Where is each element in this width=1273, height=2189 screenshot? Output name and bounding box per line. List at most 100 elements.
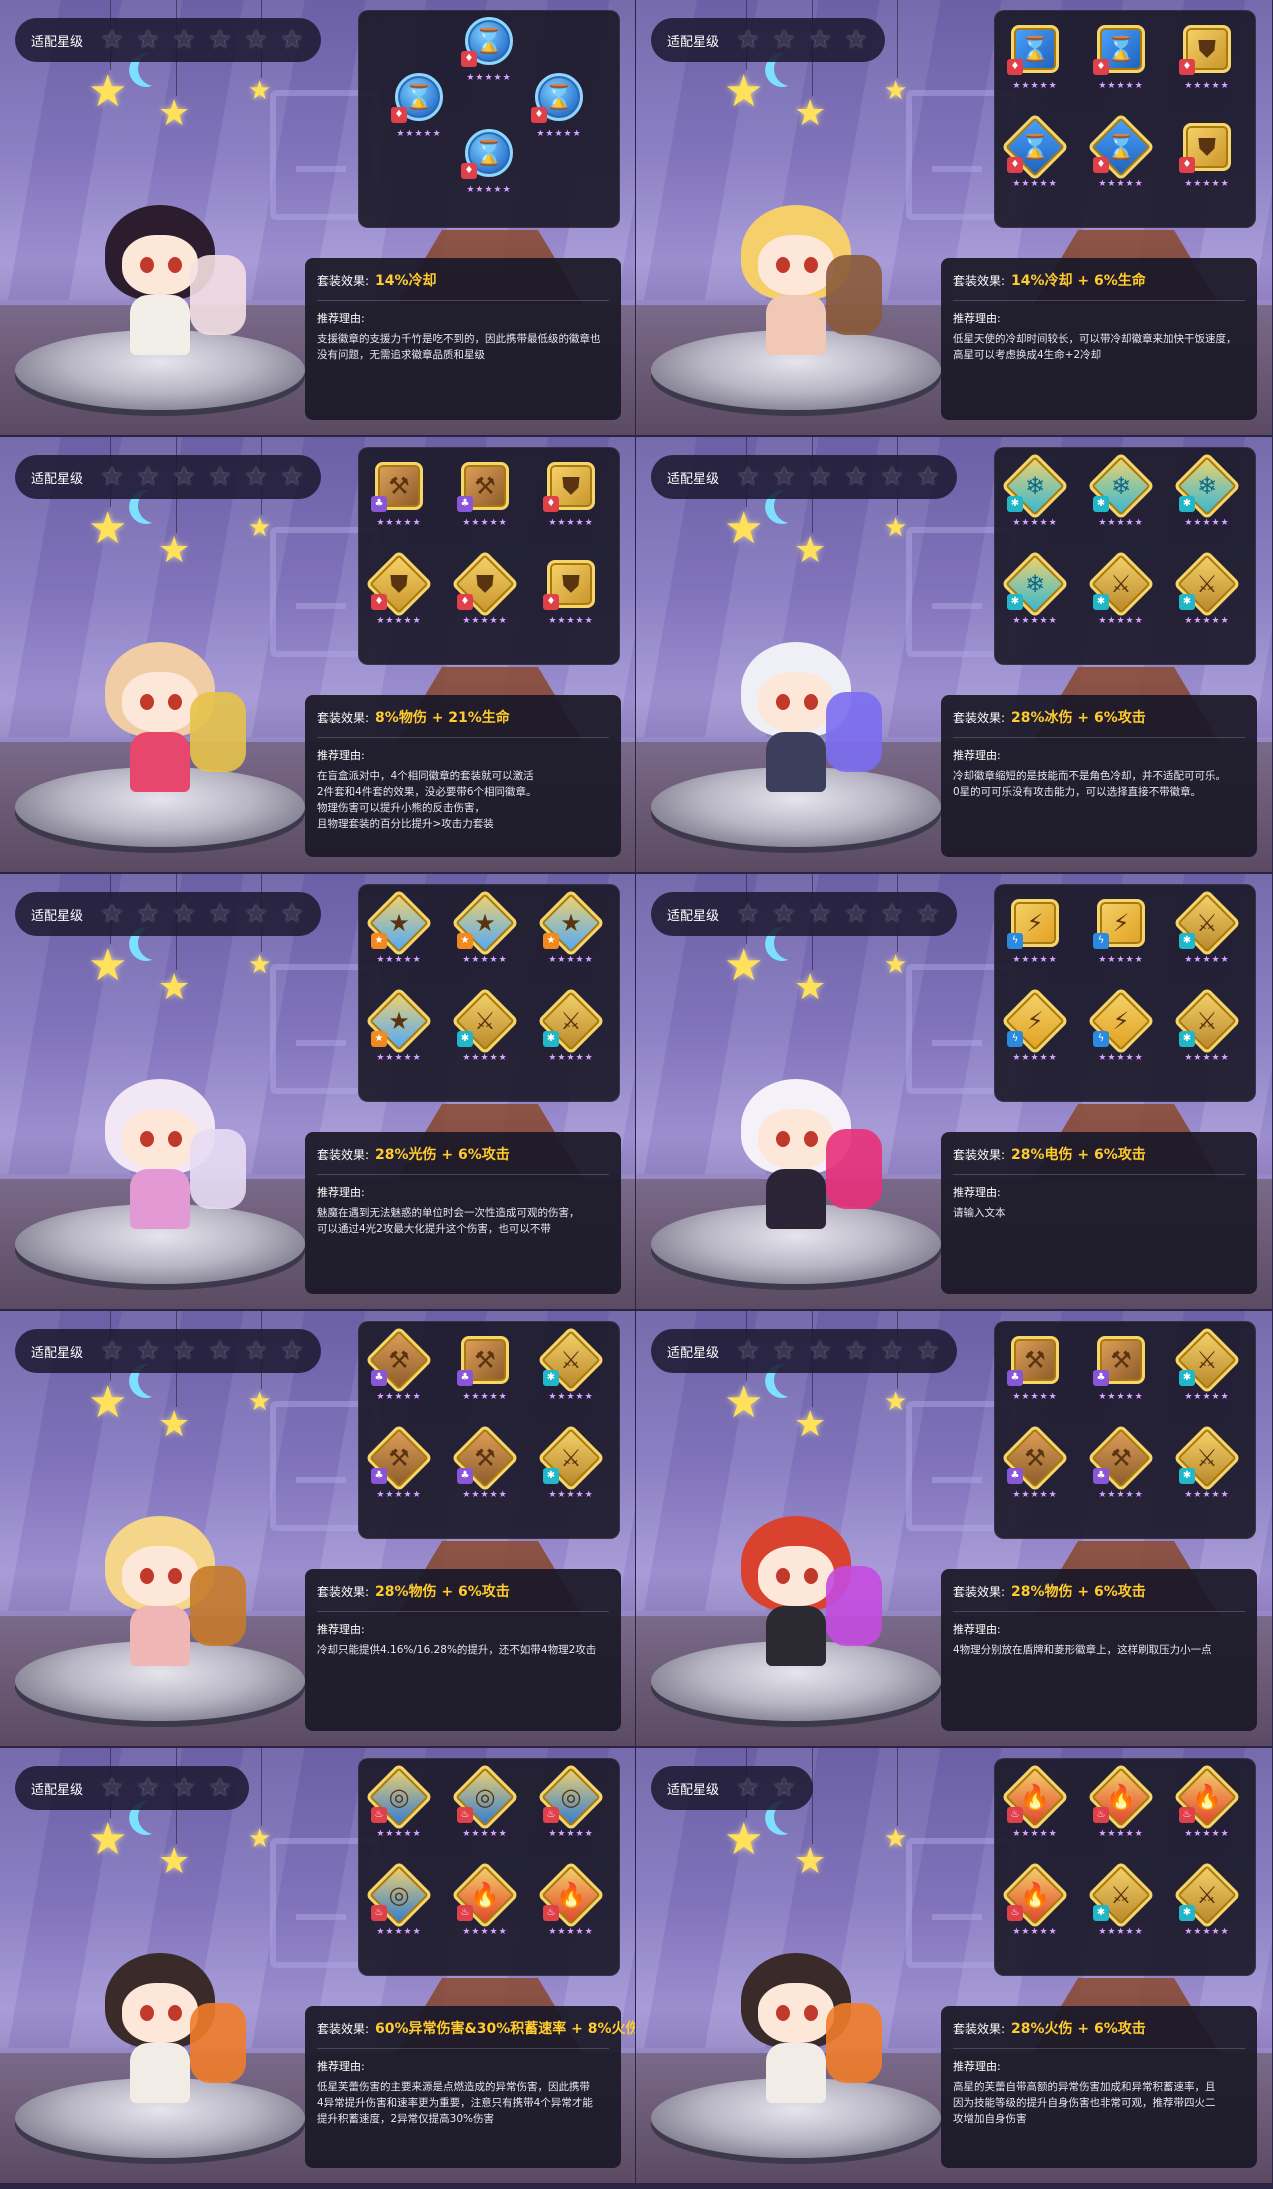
star-rating-label: 适配星级 [667, 1782, 720, 1798]
set-effect-value: 28%物伤 + 6%攻击 [375, 1584, 510, 1600]
badge-slot[interactable]: ◎ ♨ ★★★★★ [365, 1861, 433, 1945]
character-prop [826, 692, 882, 772]
character-face [758, 1983, 834, 2043]
badge-element-tag-icon: ✱ [457, 1031, 473, 1047]
badge-slot[interactable]: ⚒ ♣ ★★★★★ [451, 1424, 519, 1508]
badge-slot[interactable]: ❄ ✱ ★★★★★ [1173, 452, 1241, 536]
badge-slot[interactable]: ⌛ ♦ ★★★★★ [1001, 113, 1069, 197]
badge-slot[interactable]: ⚔ ✱ ★★★★★ [1173, 1424, 1241, 1508]
character-eye [804, 1131, 818, 1147]
badge-star-row: ★★★★★ [1184, 1392, 1230, 1402]
badge-slot[interactable]: ⚡ ϟ ★★★★★ [1001, 987, 1069, 1071]
badge-slot[interactable]: ⚔ ✱ ★★★★★ [451, 987, 519, 1071]
badge-star-row: ★★★★★ [548, 955, 594, 965]
badge-slot[interactable]: ⚔ ✱ ★★★★★ [1173, 550, 1241, 634]
badge-slot[interactable]: ⚔ ✱ ★★★★★ [1173, 987, 1241, 1071]
badge-slot[interactable]: ⚒ ♣ ★★★★★ [455, 462, 515, 536]
badge-slot[interactable]: ⚒ ♣ ★★★★★ [455, 1336, 515, 1410]
set-effect-value: 28%冰伤 + 6%攻击 [1011, 710, 1146, 726]
badge-slot[interactable]: ⚡ ϟ ★★★★★ [1087, 987, 1155, 1071]
badge-slot[interactable]: ★ ★ ★★★★★ [365, 987, 433, 1071]
info-panel: 套装效果: 28%光伤 + 6%攻击 推荐理由: 魅魔在遇到无法魅惑的单位时会一次性造… [305, 1132, 621, 1294]
badge-slot[interactable]: ⚒ ♣ ★★★★★ [1005, 1336, 1065, 1410]
badge-slot[interactable]: ⚒ ♣ ★★★★★ [1091, 1336, 1151, 1410]
badge-slot[interactable]: ⚒ ♣ ★★★★★ [1001, 1424, 1069, 1508]
badge-slot[interactable]: ⚔ ✱ ★★★★★ [537, 987, 605, 1071]
badge-element-tag-icon: ♦ [543, 594, 559, 610]
star-empty-icon: ★ [808, 462, 832, 492]
badge-element-tag-icon: ♨ [371, 1807, 387, 1823]
reason-text: 低星天使的冷却时间较长，可以带冷却徽章来加快干饭速度，高星可以考虑换成4生命+2… [953, 333, 1237, 361]
guide-card: ★ ★ ★ 适配星级 ★ ★ ★ ★ ★ ★ ⚒ ♣ ★★★★★ ⚒ ♣ ★★★★★ ⚔ ✱ ★★★★★ ⚒ ♣ ★★★★… [636, 1311, 1273, 1748]
badge-slot[interactable]: ⌛ ♦ ★★★★★ [459, 17, 519, 91]
star-rating: 适配星级 ★ ★ ★ ★ ★ ★ [15, 18, 322, 62]
badge-slot[interactable]: ⌛ ♦ ★★★★★ [389, 73, 449, 147]
badge-slot[interactable]: ◎ ♨ ★★★★★ [365, 1763, 433, 1847]
badge-slot[interactable]: ★ ★ ★★★★★ [365, 889, 433, 973]
badge-star-row: ★★★★★ [462, 1053, 508, 1063]
star-empty-icon: ★ [172, 25, 196, 55]
badge-element-tag-icon: ♨ [1093, 1807, 1109, 1823]
badge-star-row: ★★★★★ [1184, 1927, 1230, 1937]
star-empty-icon: ★ [136, 462, 160, 492]
badge-slot[interactable]: ⌛ ♦ ★★★★★ [1005, 25, 1065, 99]
badge-slot[interactable]: ◎ ♨ ★★★★★ [451, 1763, 519, 1847]
badge-slot[interactable]: ⚔ ✱ ★★★★★ [1173, 1326, 1241, 1410]
badge-slot[interactable]: ❄ ✱ ★★★★★ [1001, 550, 1069, 634]
badge-slot[interactable]: ★ ★ ★★★★★ [451, 889, 519, 973]
badge-slot[interactable]: 🔥 ♨ ★★★★★ [1173, 1763, 1241, 1847]
badge-slot[interactable]: 🔥 ♨ ★★★★★ [1087, 1763, 1155, 1847]
badge-star-row: ★★★★★ [1098, 616, 1144, 626]
badge-slot[interactable]: ⌛ ♦ ★★★★★ [529, 73, 589, 147]
star-rating-label: 适配星级 [31, 1782, 84, 1798]
character-portrait [70, 632, 250, 807]
badge-star-row: ★★★★★ [1184, 179, 1230, 189]
badge-slot[interactable]: 🔥 ♨ ★★★★★ [537, 1861, 605, 1945]
badge-slot[interactable]: 🔥 ♨ ★★★★★ [451, 1861, 519, 1945]
badge-slot[interactable]: ⚔ ✱ ★★★★★ [1087, 550, 1155, 634]
badge-star-row: ★★★★★ [1184, 1053, 1230, 1063]
star-rating: 适配星级 ★ ★ ★ ★ ★ ★ [15, 1329, 322, 1373]
badge-star-row: ★★★★★ [536, 129, 582, 139]
badge-slot[interactable]: ⚒ ♣ ★★★★★ [369, 462, 429, 536]
badge-slot[interactable]: ⚔ ✱ ★★★★★ [537, 1326, 605, 1410]
badge-slot[interactable]: ⌛ ♦ ★★★★★ [1087, 113, 1155, 197]
badge-slot[interactable]: ⚔ ✱ ★★★★★ [1173, 889, 1241, 973]
badge-slot[interactable]: ⛊ ♦ ★★★★★ [541, 560, 601, 634]
badge-element-tag-icon: ✱ [1093, 496, 1109, 512]
badge-slot[interactable]: ⚡ ϟ ★★★★★ [1005, 899, 1065, 973]
badge-slot[interactable]: ⚔ ✱ ★★★★★ [537, 1424, 605, 1508]
hanging-star-icon: ★ [884, 76, 908, 106]
badge-star-row: ★★★★★ [1012, 1490, 1058, 1500]
badge-element-tag-icon: ★ [543, 933, 559, 949]
badge-slot[interactable]: ⛊ ♦ ★★★★★ [365, 550, 433, 634]
badge-slot[interactable]: ❄ ✱ ★★★★★ [1001, 452, 1069, 536]
badge-slot[interactable]: ⚡ ϟ ★★★★★ [1091, 899, 1151, 973]
badge-slot[interactable]: ★ ★ ★★★★★ [537, 889, 605, 973]
badge-slot[interactable]: ◎ ♨ ★★★★★ [537, 1763, 605, 1847]
badge-slot[interactable]: ⚒ ♣ ★★★★★ [1087, 1424, 1155, 1508]
badge-slot[interactable]: ⌛ ♦ ★★★★★ [459, 129, 519, 203]
badge-element-tag-icon: ✱ [543, 1031, 559, 1047]
divider [317, 737, 609, 738]
badge-slot[interactable]: 🔥 ♨ ★★★★★ [1001, 1861, 1069, 1945]
badge-slot[interactable]: ❄ ✱ ★★★★★ [1087, 452, 1155, 536]
badge-slot[interactable]: ⌛ ♦ ★★★★★ [1091, 25, 1151, 99]
badge-slot[interactable]: ⛊ ♦ ★★★★★ [451, 550, 519, 634]
badge-slot[interactable]: ⚔ ✱ ★★★★★ [1173, 1861, 1241, 1945]
badge-element-tag-icon: ♦ [1007, 157, 1023, 173]
badge-slot[interactable]: ⚒ ♣ ★★★★★ [365, 1424, 433, 1508]
badge-slot[interactable]: ⛊ ♦ ★★★★★ [541, 462, 601, 536]
badge-element-tag-icon: ★ [371, 1031, 387, 1047]
reason-label: 推荐理由: [317, 1186, 365, 1199]
reason-text: 高星的芙蕾自带高额的异常伤害加成和异常积蓄速率，且 因为技能等级的提升自身伤害也… [953, 2081, 1216, 2125]
badge-slot[interactable]: ⛊ ♦ ★★★★★ [1177, 25, 1237, 99]
badge-slot[interactable]: 🔥 ♨ ★★★★★ [1001, 1763, 1069, 1847]
badge-slot[interactable]: ⚔ ✱ ★★★★★ [1087, 1861, 1155, 1945]
badge-slot[interactable]: ⚒ ♣ ★★★★★ [365, 1326, 433, 1410]
set-effect-label: 套装效果: [953, 711, 1006, 725]
badge-star-row: ★★★★★ [548, 616, 594, 626]
divider [317, 300, 609, 301]
hanging-star-icon: ★ [794, 530, 827, 571]
badge-slot[interactable]: ⛊ ♦ ★★★★★ [1177, 123, 1237, 197]
